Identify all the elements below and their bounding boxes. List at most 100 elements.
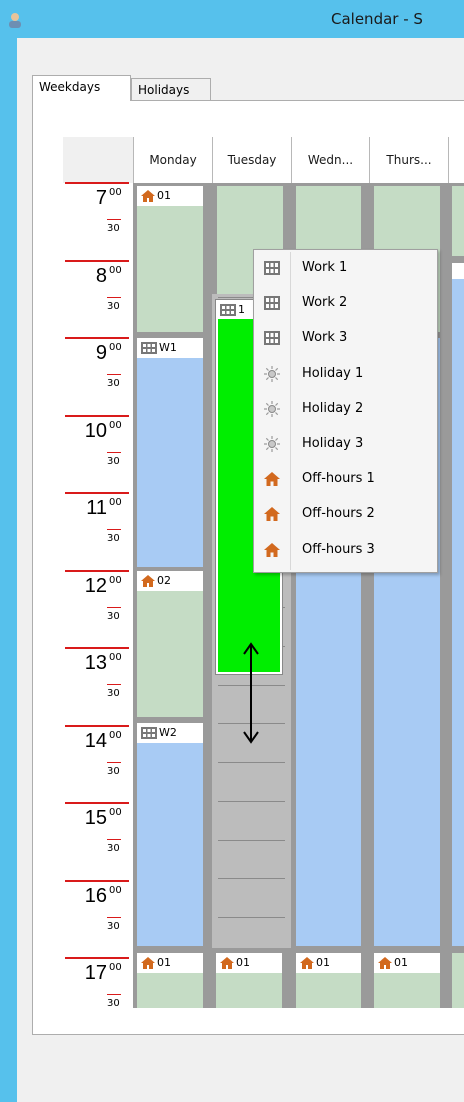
menu-item-work-3[interactable]: Work 3 [254, 321, 437, 355]
home-icon [300, 957, 314, 969]
minute-label-00: 00 [109, 264, 122, 276]
hour-line [65, 414, 129, 417]
half-hour-line [107, 219, 121, 220]
block-label: W2 [137, 723, 203, 743]
work-icon [264, 260, 280, 276]
menu-item-off-hours-2[interactable]: Off-hours 2 [254, 497, 437, 531]
column-header-thursday[interactable]: Thurs... [369, 137, 448, 183]
hour-label: 8 [95, 264, 107, 287]
hour-line [65, 879, 129, 882]
menu-item-label: Holiday 1 [302, 365, 364, 381]
minute-label-00: 00 [109, 342, 122, 353]
minute-label-30: 30 [107, 765, 120, 777]
work-block[interactable] [452, 263, 464, 946]
menu-item-label: Holiday 2 [302, 400, 364, 416]
half-hour-line [107, 296, 121, 298]
home-icon [264, 471, 280, 487]
off-hours-block[interactable]: 01 [296, 953, 361, 1008]
holiday-icon [264, 365, 280, 382]
hour-label: 13 [84, 652, 107, 674]
resize-arrow-icon [243, 642, 259, 744]
minute-label-00: 00 [109, 419, 122, 431]
off-hours-block[interactable]: 01 [137, 186, 203, 332]
home-icon [378, 957, 392, 969]
half-hour-line [107, 994, 121, 995]
off-hours-block[interactable] [452, 186, 464, 256]
column-header-friday[interactable] [448, 137, 464, 183]
hour-line [65, 259, 129, 262]
minute-label-00: 00 [109, 574, 122, 586]
minute-label-30: 30 [107, 223, 120, 234]
menu-item-holiday-2[interactable]: Holiday 2 [254, 392, 437, 426]
menu-item-off-hours-1[interactable]: Off-hours 1 [254, 462, 437, 496]
day-column-friday[interactable] [448, 183, 464, 1008]
work-icon [264, 295, 280, 311]
work-icon [141, 727, 157, 739]
minute-label-00: 00 [109, 884, 122, 896]
hour-label: 12 [84, 574, 107, 597]
tab-weekdays[interactable]: Weekdays [32, 75, 131, 101]
hour-line [65, 337, 129, 339]
minute-label-30: 30 [107, 920, 120, 932]
column-header-monday[interactable]: Monday [133, 137, 212, 183]
holiday-icon [264, 436, 280, 452]
minute-label-30: 30 [107, 300, 120, 312]
hour-label: 10 [84, 419, 107, 442]
title-bar[interactable]: Calendar - S [0, 0, 464, 38]
half-hour-line [107, 684, 121, 685]
hour-label: 9 [95, 342, 107, 364]
tab-label: Weekdays [39, 80, 101, 94]
hour-label: 17 [84, 962, 107, 984]
hour-line [65, 802, 129, 804]
column-header-tuesday[interactable]: Tuesday [212, 137, 291, 183]
menu-item-label: Work 1 [302, 260, 348, 275]
menu-item-holiday-1[interactable]: Holiday 1 [254, 357, 437, 391]
half-hour-line [107, 916, 121, 918]
minute-label-00: 00 [109, 497, 122, 508]
block-label: 01 [137, 953, 203, 973]
hour-line [65, 492, 129, 494]
minute-label-30: 30 [107, 455, 120, 467]
hour-line [65, 724, 129, 727]
user-icon [9, 13, 21, 28]
minute-label-00: 00 [109, 652, 122, 663]
minute-label-00: 00 [109, 962, 122, 973]
hour-line [65, 182, 129, 184]
off-hours-block[interactable]: 02 [137, 571, 203, 717]
block-type-menu: Work 1 Work 2 Work 3 Holiday 1 Holiday 2 Holi… [253, 249, 438, 573]
menu-item-label: Holiday 3 [302, 436, 364, 451]
minute-label-30: 30 [107, 998, 120, 1009]
slot-divider [218, 917, 285, 918]
off-hours-block[interactable] [452, 953, 464, 1008]
block-label: 01 [216, 953, 282, 973]
off-hours-block[interactable]: 01 [137, 953, 203, 1008]
tab-holidays[interactable]: Holidays [131, 78, 211, 101]
half-hour-line [107, 451, 121, 453]
menu-item-work-1[interactable]: Work 1 [254, 251, 437, 285]
hour-line [65, 647, 129, 649]
block-label: 01 [137, 186, 203, 206]
menu-item-holiday-3[interactable]: Holiday 3 [254, 427, 437, 461]
menu-item-label: Off-hours 1 [302, 471, 375, 487]
off-hours-block[interactable]: 01 [216, 953, 282, 1008]
half-hour-line [107, 761, 121, 763]
work-block[interactable]: W1 [137, 338, 203, 567]
work-icon [264, 330, 280, 346]
block-label [452, 263, 464, 279]
half-hour-line [107, 606, 121, 608]
block-label: 01 [296, 953, 361, 973]
minute-label-00: 00 [109, 807, 122, 818]
work-icon [141, 342, 157, 354]
block-label: 02 [137, 571, 203, 591]
menu-item-label: Work 3 [302, 330, 348, 346]
minute-label-00: 00 [109, 729, 122, 741]
menu-item-off-hours-3[interactable]: Off-hours 3 [254, 533, 437, 567]
work-block[interactable]: W2 [137, 723, 203, 946]
minute-label-00: 00 [109, 187, 122, 198]
column-header-wednesday[interactable]: Wedn... [291, 137, 369, 183]
menu-item-work-2[interactable]: Work 2 [254, 286, 437, 320]
minute-label-30: 30 [107, 843, 120, 854]
off-hours-block[interactable]: 01 [374, 953, 440, 1008]
day-column-monday[interactable]: 01 W1 02 W2 01 [133, 183, 212, 1008]
home-icon [220, 957, 234, 969]
